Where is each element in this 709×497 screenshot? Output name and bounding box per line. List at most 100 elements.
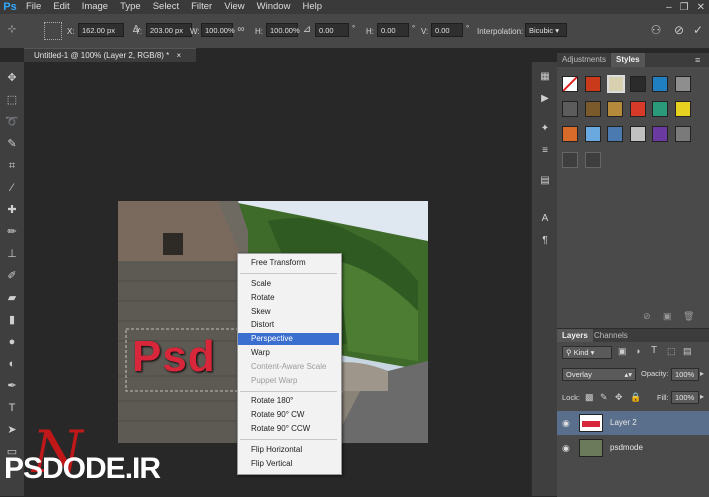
crop-tool-icon[interactable]: ⌗	[4, 158, 20, 174]
style-swatch[interactable]	[585, 101, 601, 117]
menu-window[interactable]: Window	[251, 0, 297, 14]
tab-styles[interactable]: Styles	[611, 53, 645, 67]
style-swatch-empty[interactable]	[585, 152, 601, 168]
lock-position-icon[interactable]: ✥	[615, 392, 623, 403]
menu-warp[interactable]: Warp	[238, 347, 339, 359]
lasso-tool-icon[interactable]: ➰	[4, 114, 20, 130]
tool-presets-icon[interactable]: ✦	[538, 122, 552, 136]
menu-flip-vertical[interactable]: Flip Vertical	[238, 458, 339, 470]
move-tool-preset-icon[interactable]: ⊹	[6, 24, 18, 36]
lock-transparency-icon[interactable]: ▩	[585, 392, 594, 403]
history-brush-tool-icon[interactable]: ✐	[4, 268, 20, 284]
style-swatch[interactable]	[562, 126, 578, 142]
tab-layers[interactable]: Layers	[557, 329, 593, 342]
style-swatch[interactable]	[630, 126, 646, 142]
angle-field[interactable]: 0.00	[315, 23, 349, 37]
menu-type[interactable]: Type	[114, 0, 147, 14]
tab-adjustments[interactable]: Adjustments	[557, 53, 611, 67]
quick-select-tool-icon[interactable]: ✎	[4, 136, 20, 152]
menu-content-aware-scale[interactable]: Content-Aware Scale	[238, 361, 339, 373]
warp-mode-icon[interactable]: ⚇	[650, 24, 662, 36]
clone-source-icon[interactable]: ▤	[538, 174, 552, 188]
style-swatch[interactable]	[675, 101, 691, 117]
y-field[interactable]: 203.00 px	[146, 23, 192, 37]
hskew-field[interactable]: 0.00	[377, 23, 409, 37]
menu-rotate-90-cw[interactable]: Rotate 90° CW	[238, 409, 339, 421]
menu-perspective[interactable]: Perspective	[238, 333, 339, 345]
menu-help[interactable]: Help	[296, 0, 328, 14]
filter-type-icon[interactable]: T	[651, 345, 657, 356]
close-tab-icon[interactable]: ×	[177, 51, 182, 60]
menu-skew[interactable]: Skew	[238, 306, 339, 318]
x-field[interactable]: 162.00 px	[78, 23, 124, 37]
menu-rotate[interactable]: Rotate	[238, 292, 339, 304]
interpolation-select[interactable]: Bicubic ▾	[525, 23, 567, 37]
style-swatch[interactable]	[585, 126, 601, 142]
style-swatch[interactable]	[630, 101, 646, 117]
blend-mode-select[interactable]: Overlay ▴▾	[562, 368, 636, 381]
menu-edit[interactable]: Edit	[47, 0, 75, 14]
healing-brush-tool-icon[interactable]: ✚	[4, 202, 20, 218]
style-swatch[interactable]	[675, 126, 691, 142]
visibility-eye-icon[interactable]: ◉	[562, 411, 570, 435]
actions-panel-icon[interactable]: ▶	[538, 92, 552, 106]
vskew-field[interactable]: 0.00	[431, 23, 463, 37]
marquee-tool-icon[interactable]: ⬚	[4, 92, 20, 108]
menu-free-transform[interactable]: Free Transform	[238, 257, 339, 269]
filter-shape-icon[interactable]: ⬚	[667, 346, 676, 357]
menu-rotate-180[interactable]: Rotate 180°	[238, 395, 339, 407]
menu-puppet-warp[interactable]: Puppet Warp	[238, 375, 339, 387]
opacity-field[interactable]: 100%	[671, 368, 699, 381]
restore-button[interactable]: ❐	[680, 2, 689, 13]
paragraph-panel-icon[interactable]: ¶	[538, 234, 552, 248]
layer-row[interactable]: ◉ psdmode	[557, 436, 709, 460]
lock-pixels-icon[interactable]: ✎	[600, 392, 608, 403]
filter-smart-object-icon[interactable]: ▤	[683, 346, 692, 357]
style-swatch[interactable]	[675, 76, 691, 92]
style-swatch[interactable]	[562, 101, 578, 117]
gradient-tool-icon[interactable]: ▮	[4, 312, 20, 328]
type-tool-icon[interactable]: T	[4, 400, 20, 416]
cancel-transform-icon[interactable]: ⊘	[673, 24, 685, 36]
menu-select[interactable]: Select	[147, 0, 185, 14]
move-tool-icon[interactable]: ✥	[4, 70, 20, 86]
style-swatch[interactable]	[607, 126, 623, 142]
style-swatch-empty[interactable]	[562, 152, 578, 168]
height-field[interactable]: 100.00%	[266, 23, 300, 37]
menu-rotate-90-ccw[interactable]: Rotate 90° CCW	[238, 423, 339, 435]
reference-point-icon[interactable]	[44, 22, 62, 40]
tab-channels[interactable]: Channels	[589, 329, 633, 342]
dodge-tool-icon[interactable]: ◐	[4, 356, 20, 372]
menu-file[interactable]: File	[20, 0, 47, 14]
filter-pixel-icon[interactable]: ▣	[618, 346, 627, 357]
minimize-button[interactable]: –	[666, 2, 672, 13]
path-selection-tool-icon[interactable]: ➤	[4, 422, 20, 438]
style-swatch[interactable]	[652, 101, 668, 117]
eraser-tool-icon[interactable]: ▰	[4, 290, 20, 306]
lock-all-icon[interactable]: 🔒	[630, 392, 641, 403]
brush-tool-icon[interactable]: ✏	[4, 224, 20, 240]
blur-tool-icon[interactable]: ●	[4, 334, 20, 350]
style-none-swatch[interactable]	[562, 76, 578, 92]
menu-filter[interactable]: Filter	[185, 0, 218, 14]
style-swatch[interactable]	[585, 76, 601, 92]
document-tab[interactable]: Untitled-1 @ 100% (Layer 2, RGB/8) * ×	[24, 48, 196, 62]
character-panel-icon[interactable]: A	[538, 212, 552, 226]
new-style-icon[interactable]: ▣	[663, 311, 672, 322]
menu-view[interactable]: View	[218, 0, 250, 14]
fill-field[interactable]: 100%	[671, 391, 699, 404]
layer-row[interactable]: ◉ Layer 2	[557, 411, 709, 435]
close-button[interactable]: ✕	[697, 2, 705, 13]
style-swatch[interactable]	[652, 126, 668, 142]
link-icon[interactable]: ∞	[235, 24, 247, 36]
style-swatch[interactable]	[652, 76, 668, 92]
menu-distort[interactable]: Distort	[238, 319, 339, 331]
brush-panel-icon[interactable]: ≡	[538, 144, 552, 158]
menu-flip-horizontal[interactable]: Flip Horizontal	[238, 444, 339, 456]
menu-image[interactable]: Image	[76, 0, 114, 14]
eyedropper-tool-icon[interactable]: ⁄	[4, 180, 20, 196]
style-swatch[interactable]	[607, 101, 623, 117]
style-swatch-selected[interactable]	[607, 75, 625, 93]
visibility-eye-icon[interactable]: ◉	[562, 436, 570, 460]
pen-tool-icon[interactable]: ✒	[4, 378, 20, 394]
